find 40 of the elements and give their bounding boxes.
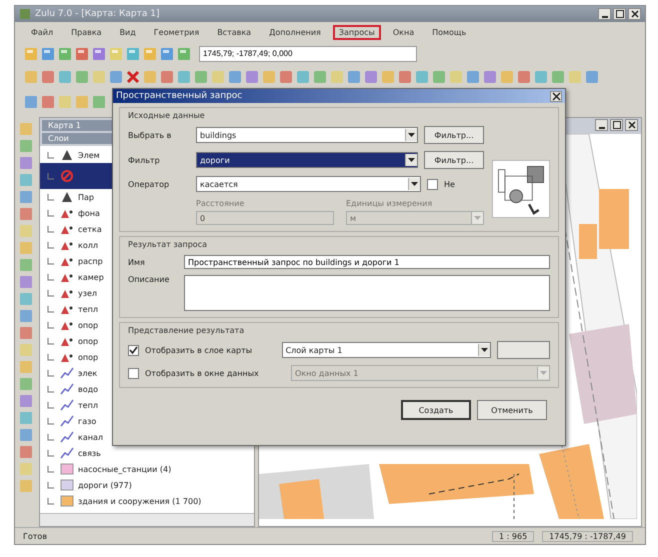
group-title: Исходные данные xyxy=(128,111,206,120)
layer-name: насосные_станции (4) xyxy=(78,464,172,474)
layer-name: Элем xyxy=(78,150,100,160)
panel-title: Карта 1 xyxy=(42,120,114,131)
layer-name: водо xyxy=(78,384,98,394)
window-title: Zulu 7.0 - [Карта: Карта 1] xyxy=(35,9,160,19)
checkbox-label: Не xyxy=(444,180,455,188)
checkbox-label: Отобразить в слое карты xyxy=(145,346,254,354)
checkbox-label: Отобразить в окне данных xyxy=(145,368,260,378)
layer-name: распр xyxy=(78,256,103,266)
layer-name: элек xyxy=(78,368,98,378)
layer-name: тепл xyxy=(78,304,98,314)
layer-name: связь xyxy=(78,448,101,458)
layer-name: узел xyxy=(78,288,98,298)
layer-name: Пар xyxy=(78,192,94,202)
field-label: Расстояние xyxy=(196,199,246,208)
group-title: Представление результата xyxy=(128,326,246,335)
field-label: Описание xyxy=(128,275,170,284)
dialog-title: Пространственный запрос xyxy=(116,91,244,101)
layer-name: дороги (977) xyxy=(78,480,132,490)
layer-name: тепл xyxy=(78,400,98,410)
layer-name: камер xyxy=(78,272,104,282)
field-label: Оператор xyxy=(128,180,170,188)
field-label: Единицы измерения xyxy=(346,199,434,208)
layer-name: опор xyxy=(78,336,98,346)
scale-readout: 1 : 965 xyxy=(492,530,534,542)
layer-name: газо xyxy=(78,416,96,426)
group-title: Результат запроса xyxy=(128,240,208,249)
layer-name: сетка xyxy=(78,224,102,234)
position-readout: 1745,79 : -1787,49 xyxy=(542,530,633,542)
layer-name: фона xyxy=(78,208,100,218)
status-text: Готов xyxy=(23,532,48,540)
layer-name: опор xyxy=(78,352,98,362)
field-label: Фильтр xyxy=(128,156,161,164)
layer-name: канал xyxy=(78,432,103,442)
field-label: Имя xyxy=(128,258,146,266)
layer-name: опор xyxy=(78,320,98,330)
field-label: Выбрать в xyxy=(128,130,172,140)
layer-name: колл xyxy=(78,240,98,250)
layer-name: здания и сооружения (1 700) xyxy=(78,496,202,506)
